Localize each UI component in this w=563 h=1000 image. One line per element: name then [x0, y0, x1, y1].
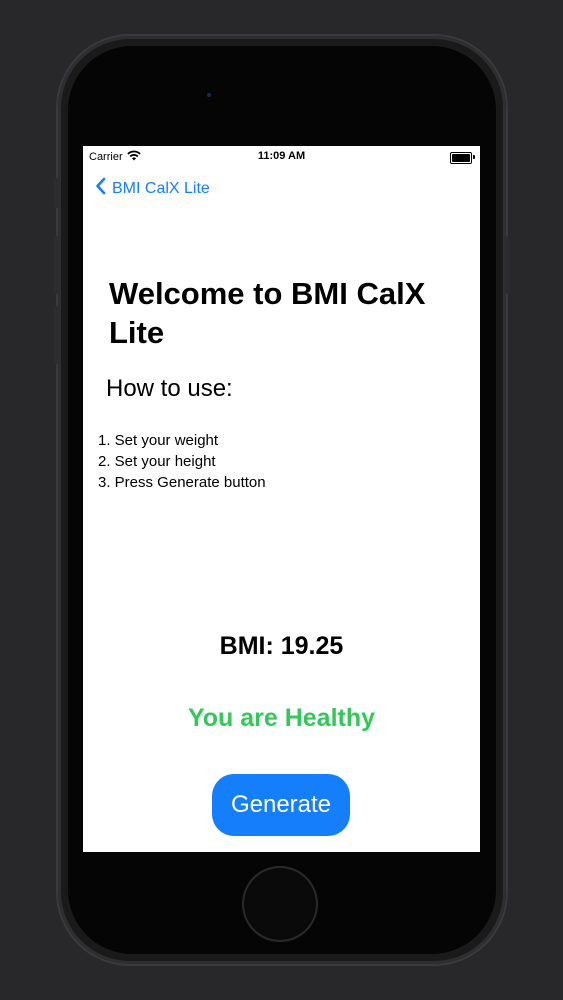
instruction-step: 3. Press Generate button	[98, 474, 266, 491]
battery-level	[452, 154, 470, 162]
how-to-use-heading: How to use:	[106, 375, 233, 402]
status-bar: Carrier 11:09 AM	[83, 146, 480, 168]
welcome-title: Welcome to BMI CalX Lite	[109, 276, 426, 350]
bmi-status-message: You are Healthy	[187, 704, 376, 732]
battery-icon	[450, 152, 472, 164]
instruction-step: 1. Set your weight	[98, 432, 219, 449]
instructions-list: 1. Set your weight 2. Set your height 3.…	[98, 430, 266, 493]
battery-cap	[473, 155, 475, 159]
front-camera	[207, 93, 211, 97]
app-screen: Carrier 11:09 AM BMI CalX Lite Welcome t…	[83, 146, 480, 852]
power-button	[506, 236, 510, 294]
status-time: 11:09 AM	[257, 150, 306, 162]
back-button-label: BMI CalX Lite	[112, 179, 210, 197]
volume-down-button	[54, 306, 58, 364]
bmi-result: BMI: 19.25	[219, 632, 344, 660]
chevron-left-icon	[95, 177, 106, 200]
home-button[interactable]	[244, 868, 316, 940]
mute-switch	[54, 178, 58, 208]
back-button[interactable]: BMI CalX Lite	[95, 177, 210, 200]
volume-up-button	[54, 236, 58, 294]
generate-button[interactable]: Generate	[212, 774, 350, 836]
instruction-step: 2. Set your height	[98, 453, 216, 470]
